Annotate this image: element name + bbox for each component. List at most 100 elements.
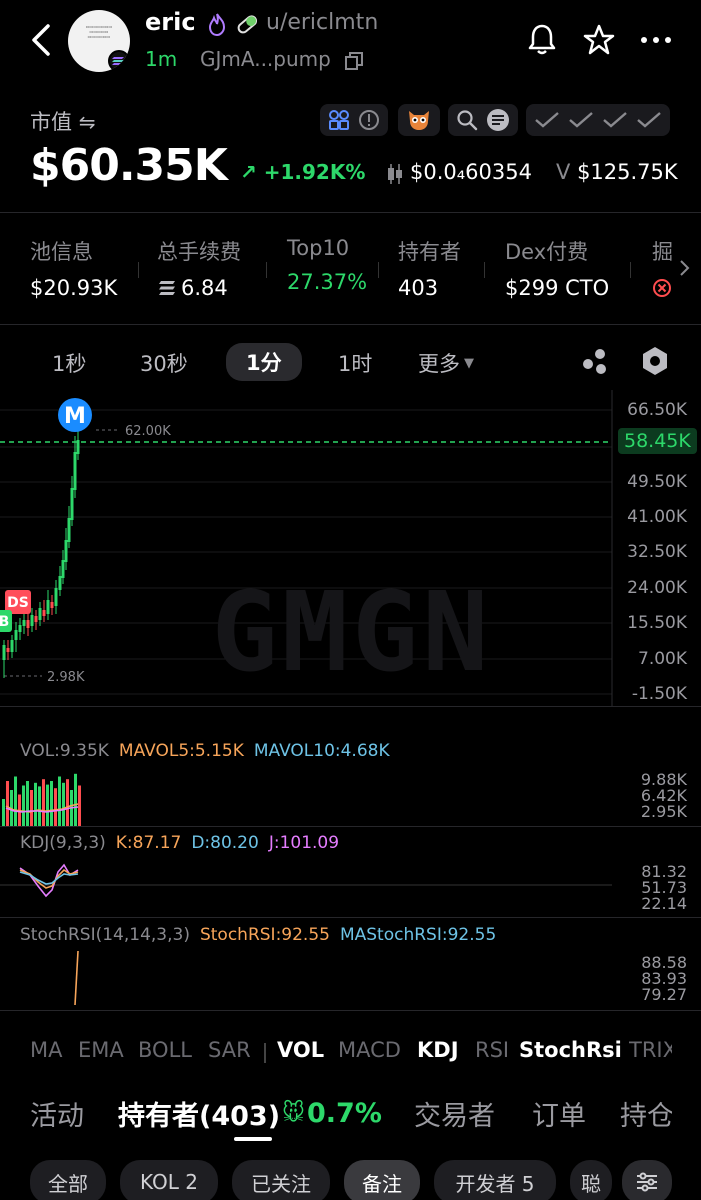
stochrsi-chart: [74, 950, 79, 1006]
indicator-tab-boll[interactable]: BOLL: [138, 1038, 192, 1062]
stat-dex-paid[interactable]: Dex付费 $299 CTO: [505, 236, 609, 300]
volume-chart: [2, 773, 81, 826]
axis-price-4: 32.50K: [627, 542, 687, 562]
check-badge-group[interactable]: [526, 104, 670, 136]
market-cap-value: $60.35K: [30, 140, 228, 191]
tab-activity[interactable]: 活动: [30, 1094, 84, 1133]
candle-body: [67, 518, 71, 542]
indicator-tab-ma[interactable]: MA: [30, 1038, 62, 1062]
search-badge-group[interactable]: [448, 104, 518, 136]
interval-tab-1s[interactable]: 1秒: [52, 348, 86, 378]
back-icon[interactable]: [28, 22, 58, 58]
tab-holders[interactable]: 持有者(403) 🐭 0.7%: [118, 1094, 382, 1133]
chevron-right-icon[interactable]: [678, 258, 692, 278]
indicator-separator: [264, 1043, 266, 1063]
filter-smart[interactable]: 聪: [570, 1160, 612, 1200]
volume-bar: [54, 788, 57, 826]
candle-body: [73, 452, 77, 490]
copy-icon[interactable]: [344, 51, 364, 71]
candle-body: [61, 560, 65, 578]
interval-tab-30s[interactable]: 30秒: [140, 348, 188, 378]
indicator-dots-icon[interactable]: [580, 346, 610, 376]
axis-price-5: 24.00K: [627, 578, 687, 598]
candle-body: [42, 610, 46, 616]
stat-more[interactable]: 掘: [652, 236, 674, 302]
risk-badge-group[interactable]: [320, 104, 388, 136]
candle-icon: [388, 164, 402, 184]
solana-icon: [159, 281, 175, 295]
swap-icon[interactable]: ⇋: [79, 110, 96, 134]
volume-bar: [34, 782, 37, 826]
tab-positions[interactable]: 持仓: [620, 1094, 672, 1133]
indicator-tab-macd[interactable]: MACD: [338, 1038, 401, 1062]
low-price-label: 2.98K: [47, 670, 85, 685]
volume-bar: [74, 773, 77, 826]
caret-down-icon: ▼: [464, 355, 474, 371]
indicator-tab-ema[interactable]: EMA: [78, 1038, 124, 1062]
stat-fees[interactable]: 总手续费 6.84: [157, 236, 241, 300]
info-icon: [359, 110, 379, 130]
stat-pool[interactable]: 池信息 $20.93K: [30, 236, 117, 300]
kdj-chart: [0, 863, 612, 898]
indicator-tab-vol[interactable]: VOL: [277, 1038, 324, 1062]
check-icons: [535, 112, 661, 128]
indicator-tab-sar[interactable]: SAR: [208, 1038, 251, 1062]
candle-body: [34, 616, 38, 622]
volume-bar: [6, 781, 9, 826]
tab-orders[interactable]: 订单: [532, 1094, 586, 1133]
indicator-tab-stochrsi[interactable]: StochRsi: [519, 1038, 622, 1062]
dev-badge[interactable]: [398, 104, 440, 136]
volume-bar: [26, 781, 29, 826]
volume-legend: VOL:9.35K MAVOL5:5.15K MAVOL10:4.68K: [20, 741, 390, 761]
settings-hex-icon[interactable]: [640, 345, 670, 377]
candle-body: [64, 540, 68, 562]
indicator-tab-trix[interactable]: TRIX: [629, 1038, 672, 1062]
filter-settings-button[interactable]: [622, 1160, 672, 1200]
candle-body: [50, 602, 54, 608]
volume-bar: [2, 799, 5, 826]
candle-body: [2, 645, 6, 660]
indicator-tab-rsi[interactable]: RSI: [475, 1038, 509, 1062]
token-age: 1m: [145, 47, 178, 71]
kdj-axis-2: 22.14: [641, 894, 687, 913]
candle-body: [26, 620, 30, 628]
volume-bar: [30, 790, 33, 826]
candle-body: [38, 608, 42, 620]
star-icon[interactable]: [582, 24, 616, 56]
twitter-handle[interactable]: u/ericlmtn: [266, 10, 378, 35]
bell-icon[interactable]: [526, 22, 558, 56]
filter-notes[interactable]: 备注: [344, 1160, 420, 1200]
interval-tab-1h[interactable]: 1时: [338, 348, 372, 378]
candle-body: [58, 576, 62, 590]
indicator-tab-kdj[interactable]: KDJ: [417, 1038, 459, 1062]
volume-bar: [42, 779, 45, 826]
filter-all[interactable]: 全部: [30, 1160, 106, 1200]
volume-bar: [38, 786, 41, 826]
x-circle-icon: [653, 279, 671, 297]
filter-kol[interactable]: KOL 2: [120, 1160, 218, 1200]
axis-price-7: 7.00K: [638, 649, 687, 669]
more-icon[interactable]: [640, 36, 672, 44]
token-price: $0.0₄60354: [410, 160, 532, 184]
volume-bar: [62, 782, 65, 826]
ds-badge-text: DS: [7, 595, 29, 611]
arrow-up-right-icon: ↗: [240, 160, 257, 184]
candle-body: [10, 640, 14, 652]
price-chart[interactable]: GMGN 62.00K 2.98K M DS B: [0, 390, 701, 706]
candle-body: [46, 600, 50, 614]
current-price-tag: 58.45K: [618, 428, 697, 454]
stochrsi-legend: StochRSI(14,14,3,3) StochRSI:92.55 MASto…: [20, 925, 497, 945]
interval-tab-1m[interactable]: 1分: [226, 343, 302, 381]
token-name: eric: [145, 8, 196, 36]
owl-icon: [409, 111, 429, 130]
filter-following[interactable]: 已关注: [232, 1160, 330, 1200]
candle-body: [76, 440, 80, 454]
contract-address[interactable]: GJmA...pump: [200, 47, 331, 71]
stat-holders[interactable]: 持有者 403: [398, 236, 461, 300]
tab-traders[interactable]: 交易者: [414, 1094, 495, 1133]
stat-top10[interactable]: Top10 27.37%: [287, 236, 367, 294]
filter-developer[interactable]: 开发者 5: [434, 1160, 556, 1200]
interval-more-dropdown[interactable]: 更多 ▼: [418, 348, 474, 378]
candle-body: [54, 588, 58, 606]
candle-body: [6, 648, 10, 652]
